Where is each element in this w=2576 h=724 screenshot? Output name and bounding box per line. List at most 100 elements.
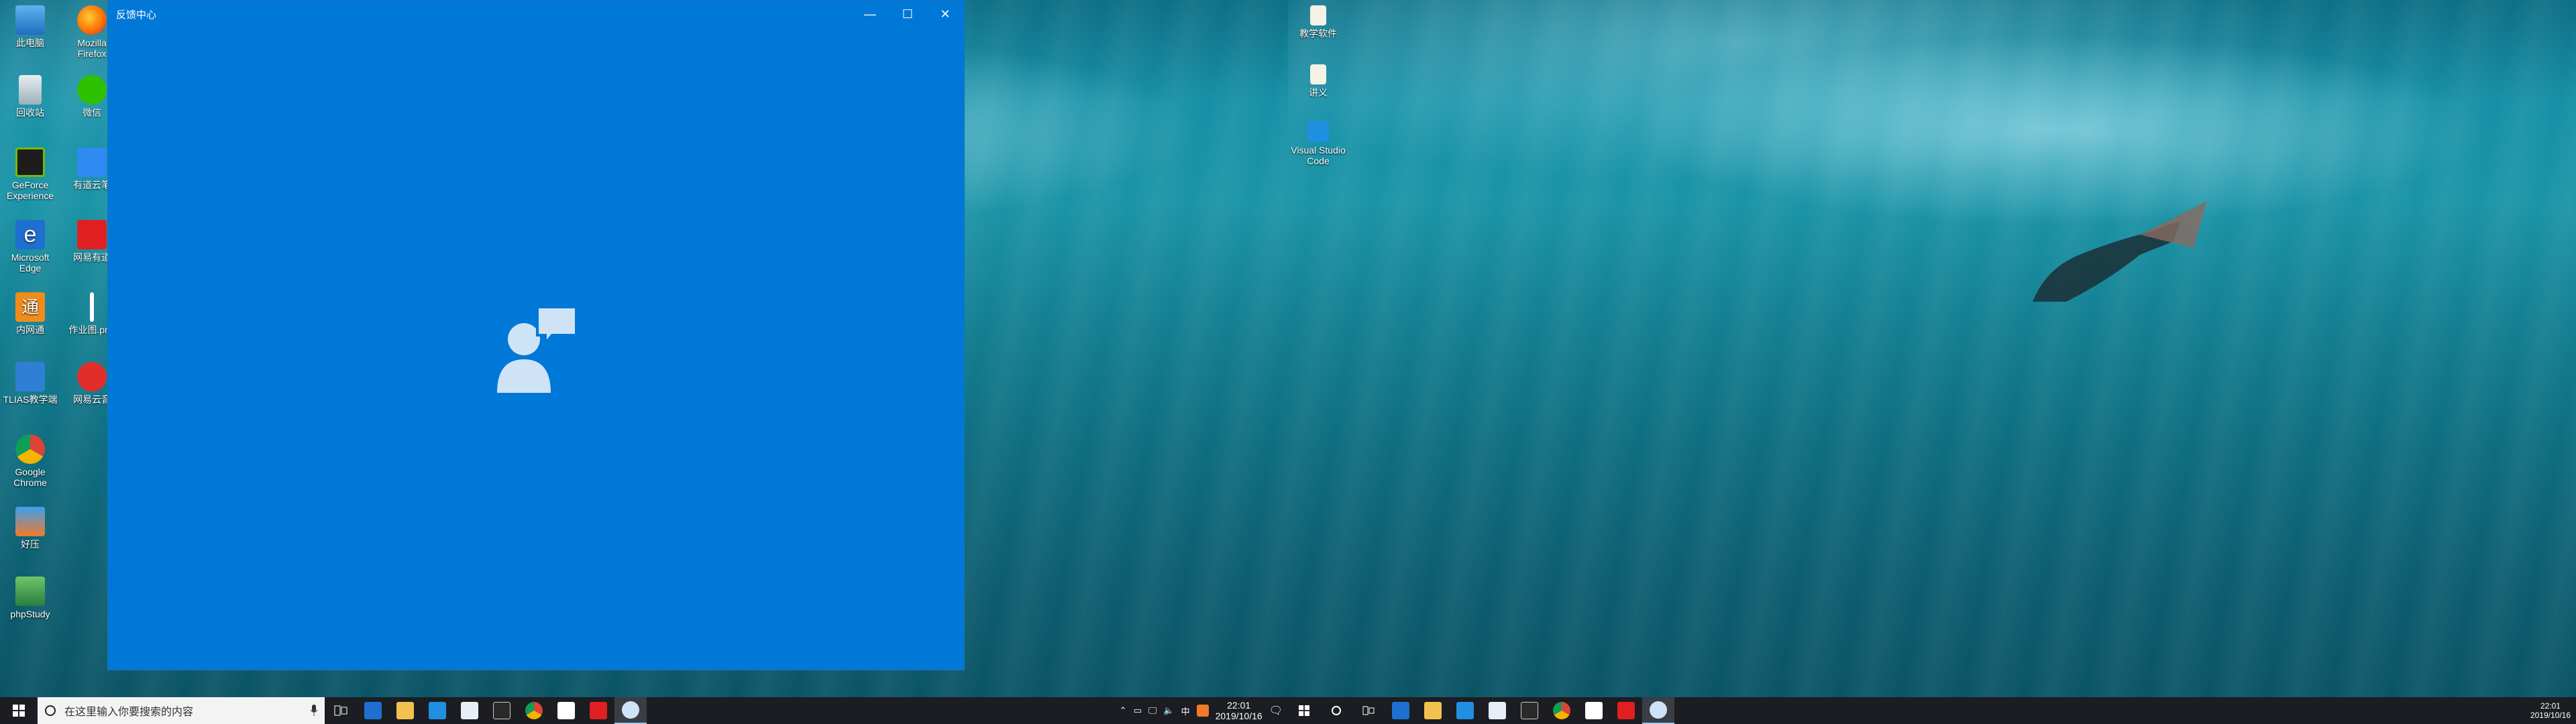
this-pc-icon <box>15 5 45 35</box>
desktop-icon-phpstudy[interactable]: phpStudy <box>0 577 60 619</box>
taskbar-feedback-hub[interactable] <box>614 697 647 724</box>
search-placeholder: 在这里输入你要搜索的内容 <box>64 707 194 718</box>
file-icon <box>1310 5 1326 25</box>
clock-date: 2019/10/16 <box>2530 711 2571 720</box>
system-tray: 22:01 2019/10/16 <box>2530 701 2576 720</box>
task-view-button[interactable] <box>1352 697 1385 724</box>
feedback-hub-icon <box>622 701 639 719</box>
desktop-icon-this-pc[interactable]: 此电脑 <box>0 5 60 48</box>
windows-logo-icon <box>1299 705 1309 716</box>
task-view-button[interactable] <box>325 697 357 724</box>
phpstudy-icon <box>15 577 45 606</box>
file-icon <box>1310 64 1326 84</box>
netease-music-icon <box>77 362 107 391</box>
feedback-hub-icon <box>497 306 578 396</box>
desktop-icon-file-1[interactable]: 教学软件 <box>1288 5 1348 39</box>
cortana-icon <box>45 705 56 716</box>
folder-icon <box>396 702 414 719</box>
volume-icon[interactable]: 🔈 <box>1163 705 1174 716</box>
edge-icon: e <box>15 220 45 249</box>
feedback-hub-icon <box>1650 701 1667 719</box>
taskbar-vscode[interactable] <box>1449 697 1481 724</box>
taskbar-terminal[interactable] <box>1513 697 1546 724</box>
feedback-hub-window[interactable]: 反馈中心 — ☐ ✕ <box>107 0 965 670</box>
taskbar-vscode[interactable] <box>421 697 453 724</box>
recycle-bin-icon <box>19 75 42 105</box>
firefox-icon <box>77 5 107 35</box>
youdao-dict-icon <box>1617 702 1635 719</box>
window-title: 反馈中心 <box>116 9 157 21</box>
close-button[interactable]: ✕ <box>926 1 964 27</box>
clock-date: 2019/10/16 <box>1215 711 1263 721</box>
start-button[interactable] <box>1288 697 1320 724</box>
notifications-icon[interactable]: 🗨 <box>1269 704 1283 717</box>
taskbar-search[interactable]: 在这里输入你要搜索的内容 <box>38 697 325 724</box>
desktop-icon-haozip[interactable]: 好压 <box>0 507 60 550</box>
clock[interactable]: 22:01 2019/10/16 <box>1216 700 1263 721</box>
terminal-icon <box>1521 702 1538 719</box>
geforce-icon <box>15 147 45 177</box>
taskbar-chrome[interactable] <box>518 697 550 724</box>
taskbar-notepad[interactable] <box>453 697 486 724</box>
cortana-button[interactable] <box>1320 697 1352 724</box>
haozip-icon <box>15 507 45 536</box>
wechat-icon <box>77 75 107 105</box>
taskbar-youdao[interactable] <box>1610 697 1642 724</box>
ime-indicator[interactable]: 中 <box>1181 705 1190 717</box>
swimmer-image <box>2033 201 2207 302</box>
chevron-up-icon[interactable]: ⌃ <box>1120 705 1127 716</box>
taskbar-youdao[interactable] <box>582 697 614 724</box>
taskbar-right: 22:01 2019/10/16 <box>1288 697 2576 724</box>
vscode-icon <box>429 702 446 719</box>
taskbar-edge[interactable] <box>357 697 389 724</box>
start-button[interactable] <box>0 697 38 724</box>
clock[interactable]: 22:01 2019/10/16 <box>2530 701 2571 720</box>
left-monitor: 此电脑 回收站 GeForce Experience e Microsoft E… <box>0 0 1288 724</box>
taskbar-feedback-hub[interactable] <box>1642 697 1674 724</box>
ime-app-icon[interactable] <box>1196 705 1209 717</box>
microphone-icon <box>310 705 318 716</box>
taskbar-photos[interactable] <box>550 697 582 724</box>
network-icon[interactable]: 🖵 <box>1148 705 1157 716</box>
taskbar-photos[interactable] <box>1578 697 1610 724</box>
desktop-icon-chrome[interactable]: Google Chrome <box>0 434 60 488</box>
desktop-icon-tlias[interactable]: TLIAS教学端 <box>0 362 60 405</box>
desktop-icon-recycle-bin[interactable]: 回收站 <box>0 75 60 118</box>
clock-time: 22:01 <box>2540 701 2561 711</box>
folder-icon <box>1424 702 1442 719</box>
desktop-icon-vscode[interactable]: Visual Studio Code <box>1288 121 1348 166</box>
youdao-dict-icon <box>590 702 607 719</box>
desktop-icon-file-2[interactable]: 讲义 <box>1288 64 1348 98</box>
photos-icon <box>1585 702 1603 719</box>
taskbar-chrome[interactable] <box>1546 697 1578 724</box>
youdao-dict-icon <box>77 220 107 249</box>
terminal-icon <box>493 702 511 719</box>
window-titlebar[interactable]: 反馈中心 — ☐ ✕ <box>108 1 964 27</box>
chrome-icon <box>15 434 45 464</box>
taskbar-file-explorer[interactable] <box>389 697 421 724</box>
notepad-icon <box>1489 702 1506 719</box>
system-tray: ⌃ ▭ 🖵 🔈 中 22:01 2019/10/16 🗨 <box>1120 700 1288 721</box>
battery-icon[interactable]: ▭ <box>1134 705 1142 716</box>
clock-time: 22:01 <box>1227 700 1251 711</box>
task-view-icon <box>1362 706 1375 715</box>
task-view-icon <box>334 705 347 716</box>
taskbar-file-explorer[interactable] <box>1417 697 1449 724</box>
taskbar-left: 在这里输入你要搜索的内容 ⌃ ▭ 🖵 🔈 中 22:01 2019/10/16 … <box>0 697 1288 724</box>
desktop-icon-geforce[interactable]: GeForce Experience <box>0 147 60 201</box>
taskbar-edge[interactable] <box>1385 697 1417 724</box>
notepad-icon <box>461 702 478 719</box>
maximize-button[interactable]: ☐ <box>889 1 926 27</box>
tlias-icon <box>15 362 45 391</box>
windows-logo-icon <box>13 705 25 717</box>
desktop-icon-edge[interactable]: e Microsoft Edge <box>0 220 60 274</box>
photos-icon <box>557 702 575 719</box>
taskbar-notepad[interactable] <box>1481 697 1513 724</box>
chrome-icon <box>525 702 543 719</box>
minimize-button[interactable]: — <box>851 1 889 27</box>
youdao-note-icon <box>77 147 107 177</box>
cortana-icon <box>1332 706 1341 715</box>
edge-icon <box>1392 702 1409 719</box>
desktop-icon-neiwangtong[interactable]: 通 内网通 <box>0 292 60 335</box>
taskbar-terminal[interactable] <box>486 697 518 724</box>
